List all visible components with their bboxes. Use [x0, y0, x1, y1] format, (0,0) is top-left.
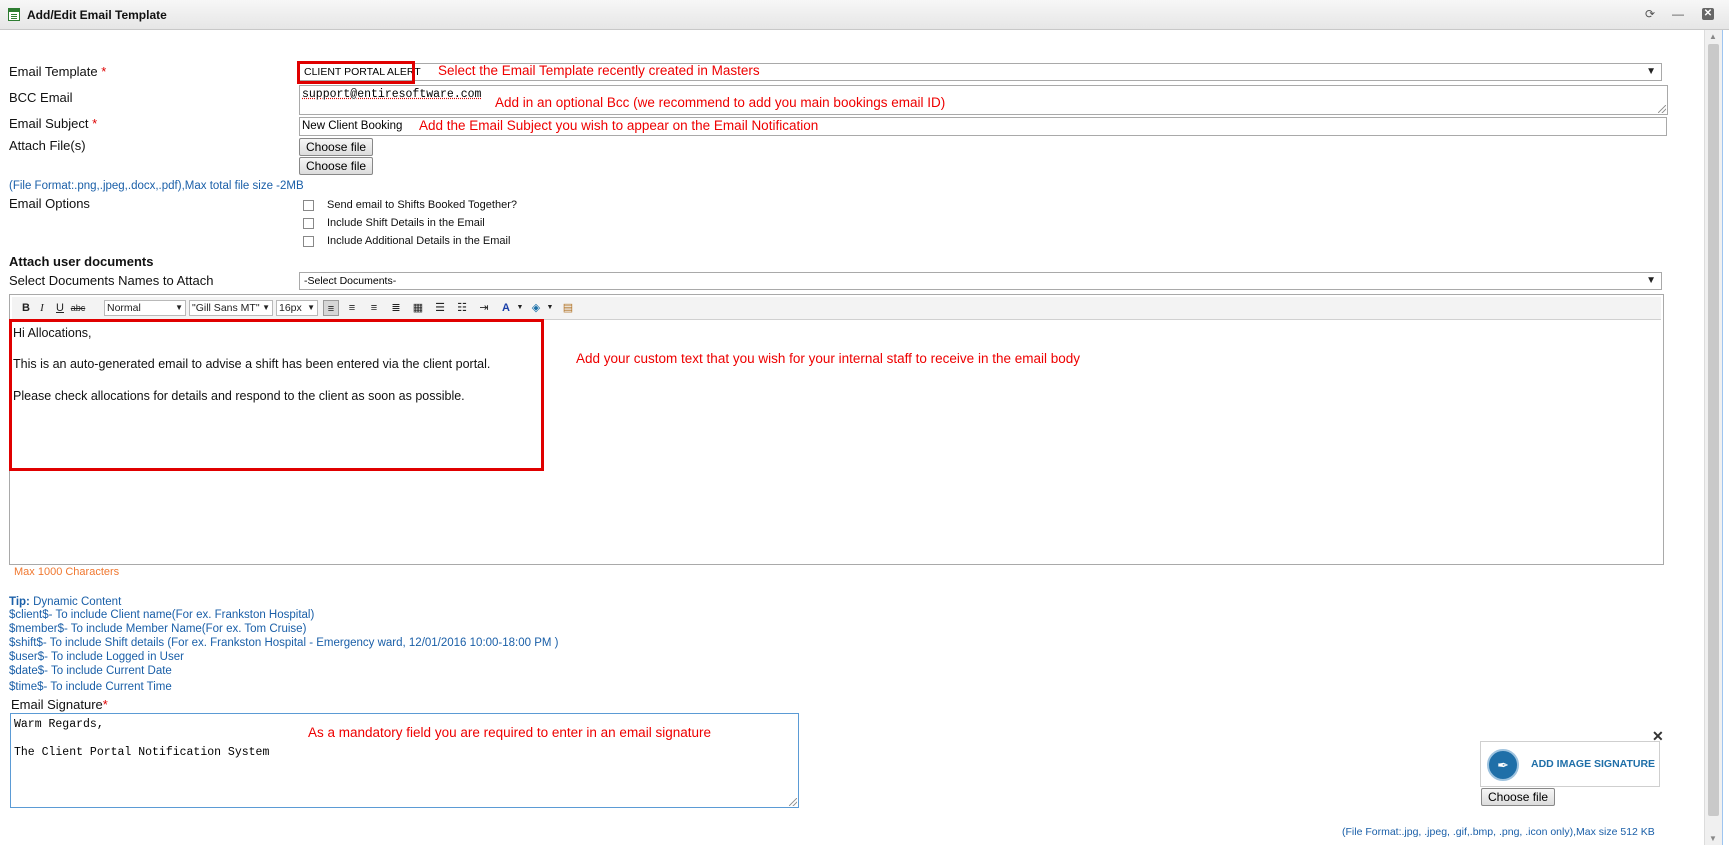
select-documents-value: -Select Documents-	[304, 275, 397, 287]
template-icon	[8, 8, 20, 21]
numbered-list-icon[interactable]: ☷	[454, 300, 470, 316]
bullet-list-icon[interactable]: ☰	[432, 300, 448, 316]
attach-format-note: (File Format:.png,.jpeg,.docx,.pdf),Max …	[9, 180, 304, 192]
email-template-label: Email Template *	[9, 64, 107, 79]
image-signature-format-note: (File Format:.jpg, .jpeg, .gif,.bmp, .pn…	[1342, 826, 1655, 838]
scrollbar-thumb[interactable]	[1708, 44, 1719, 816]
strikethrough-icon[interactable]: abc	[70, 300, 86, 316]
tip-heading: Tip: Dynamic Content	[9, 596, 122, 608]
email-body-note: Add your custom text that you wish for y…	[576, 351, 1081, 366]
indent-icon[interactable]: ⇥	[476, 300, 492, 316]
table-icon[interactable]: ▦	[410, 300, 426, 316]
minimize-icon[interactable]: —	[1672, 8, 1684, 20]
signature-line: Warm Regards,	[14, 718, 104, 731]
size-dropdown[interactable]: 16px ▼	[276, 300, 318, 316]
tip-item: $user$- To include Logged in User	[9, 651, 184, 663]
tip-item: $member$- To include Member Name(For ex.…	[9, 623, 307, 635]
format-dropdown[interactable]: Normal ▼	[104, 300, 186, 316]
choose-file-button-1[interactable]: Choose file	[299, 138, 374, 156]
chevron-down-icon: ▼	[307, 303, 315, 312]
window-title: Add/Edit Email Template	[27, 8, 167, 22]
paste-icon[interactable]: ▤	[560, 300, 576, 316]
tip-item: $client$- To include Client name(For ex.…	[9, 609, 315, 621]
select-documents-label: Select Documents Names to Attach	[9, 273, 214, 288]
chevron-down-icon: ▼	[1646, 275, 1656, 286]
choose-image-signature-button[interactable]: Choose file	[1481, 788, 1556, 806]
email-subject-note: Add the Email Subject you wish to appear…	[419, 118, 819, 133]
checkbox[interactable]	[303, 218, 314, 229]
scroll-down-icon[interactable]: ▼	[1709, 834, 1717, 843]
choose-file-button-2[interactable]: Choose file	[299, 157, 374, 175]
attach-files-label: Attach File(s)	[9, 138, 86, 153]
add-image-signature-label: ADD IMAGE SIGNATURE	[1531, 758, 1656, 770]
justify-icon[interactable]: ≣	[388, 300, 404, 316]
italic-icon[interactable]: I	[34, 300, 50, 316]
add-image-signature-panel[interactable]: ✒ ADD IMAGE SIGNATURE	[1480, 741, 1660, 787]
scroll-up-icon[interactable]: ▲	[1709, 32, 1717, 41]
select-documents-dropdown[interactable]: -Select Documents- ▼	[299, 272, 1662, 290]
max-characters-note: Max 1000 Characters	[14, 566, 120, 578]
attach-user-documents-heading: Attach user documents	[9, 254, 154, 269]
editor-toolbar: B I U abc Normal ▼ "Gill Sans MT" ▼ 16px ▼ …	[12, 297, 1661, 320]
align-right-icon[interactable]: ≡	[366, 300, 382, 316]
resize-grip-icon[interactable]	[789, 798, 797, 806]
tip-item: $time$- To include Current Time	[9, 681, 172, 693]
checkbox[interactable]	[303, 200, 314, 211]
chevron-down-icon: ▼	[1646, 66, 1656, 77]
underline-icon[interactable]: U	[52, 300, 68, 316]
chevron-down-icon: ▼	[175, 303, 183, 312]
bold-icon[interactable]: B	[18, 300, 34, 316]
refresh-icon[interactable]: ⟳	[1644, 8, 1656, 20]
pen-icon: ✒	[1487, 749, 1519, 781]
tip-item: $date$- To include Current Date	[9, 665, 172, 677]
resize-grip-icon[interactable]	[1658, 105, 1666, 113]
outer-window-edge	[1722, 30, 1729, 845]
email-subject-value: New Client Booking	[302, 120, 403, 132]
checkbox[interactable]	[303, 236, 314, 247]
font-dropdown[interactable]: "Gill Sans MT" ▼	[189, 300, 273, 316]
tip-item: $shift$- To include Shift details (For e…	[9, 637, 559, 649]
email-template-note: Select the Email Template recently creat…	[438, 63, 760, 78]
email-signature-note: As a mandatory field you are required to…	[308, 725, 711, 740]
bcc-email-value: support@entiresoftware.com	[302, 88, 482, 101]
window-titlebar: Add/Edit Email Template ⟳ — ✕	[0, 0, 1729, 30]
chevron-down-icon[interactable]: ▼	[542, 300, 558, 316]
bcc-email-note: Add in an optional Bcc (we recommend to …	[495, 95, 946, 110]
bcc-email-label: BCC Email	[9, 90, 73, 105]
email-subject-label: Email Subject *	[9, 116, 98, 131]
email-options-label: Email Options	[9, 196, 90, 211]
close-icon[interactable]: ✕	[1702, 8, 1714, 20]
chevron-down-icon: ▼	[262, 303, 270, 312]
chevron-down-icon[interactable]: ▼	[512, 300, 528, 316]
align-center-icon[interactable]: ≡	[344, 300, 360, 316]
highlight-email-template	[297, 61, 415, 84]
email-signature-label: Email Signature*	[11, 697, 108, 712]
vertical-scrollbar[interactable]: ▲ ▼	[1704, 30, 1723, 845]
align-left-icon[interactable]: ≡	[323, 300, 339, 316]
highlight-email-body	[9, 319, 544, 471]
signature-line: The Client Portal Notification System	[14, 746, 270, 759]
